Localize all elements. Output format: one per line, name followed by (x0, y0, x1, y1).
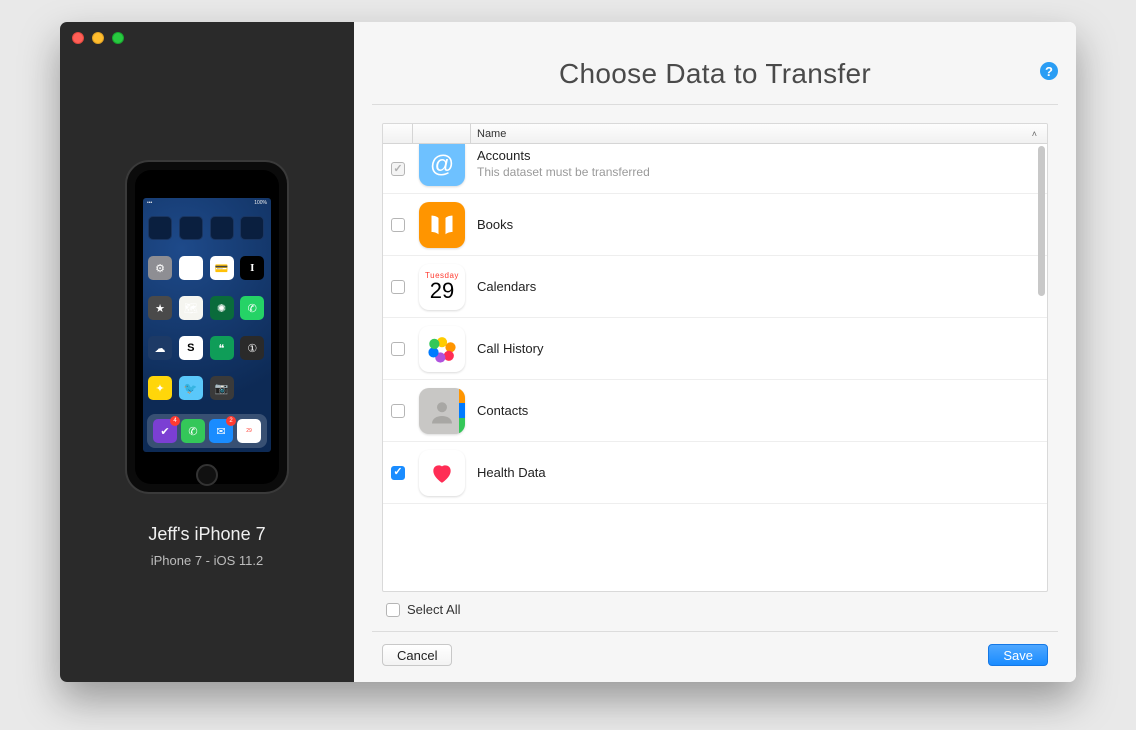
column-header-name-label: Name (477, 128, 506, 140)
phone-screen: •••100% ⚙ 🏵 💳 I (143, 198, 271, 452)
table-row-callhistory[interactable]: Call History (383, 318, 1047, 380)
select-all-row[interactable]: Select All (382, 592, 1048, 617)
phone-app-row-3: ★ 🗺 ✺ ✆ (143, 288, 271, 328)
header: Choose Data to Transfer ? (372, 22, 1058, 105)
content: Name ˄ @ Accounts This dataset must be t… (354, 105, 1076, 617)
close-window-button[interactable] (72, 32, 84, 44)
column-header-icon (413, 124, 471, 143)
scrollbar-thumb[interactable] (1038, 146, 1045, 296)
calendar-icon: Tuesday 29 (419, 264, 465, 310)
itunes-app-icon: ★ (148, 296, 172, 320)
phone-app-blank (210, 216, 234, 240)
table-row-calendars[interactable]: Tuesday 29 Calendars (383, 256, 1047, 318)
sort-ascending-icon: ˄ (1032, 129, 1037, 139)
page-title: Choose Data to Transfer (402, 58, 1028, 90)
books-icon (419, 202, 465, 248)
device-subtitle: iPhone 7 - iOS 11.2 (151, 553, 264, 568)
data-table: Name ˄ @ Accounts This dataset must be t… (382, 123, 1048, 592)
callhistory-icon (419, 326, 465, 372)
sidebar: •••100% ⚙ 🏵 💳 I (60, 22, 354, 682)
calendar-dock-icon: 29 (237, 419, 261, 443)
phone-app-row-5: ✦ 🐦 📷 (143, 368, 271, 408)
select-all-label: Select All (407, 602, 460, 617)
column-header-name[interactable]: Name ˄ (471, 128, 1047, 140)
phone-app-blank (240, 216, 264, 240)
tweetbot-app-icon: 🐦 (179, 376, 203, 400)
accounts-icon: @ (419, 144, 465, 186)
row-label: Contacts (477, 403, 528, 418)
wallet-app-icon: 💳 (210, 256, 234, 280)
phone-app-empty (240, 376, 264, 400)
zoom-window-button[interactable] (112, 32, 124, 44)
home-button-icon (196, 464, 218, 486)
device-name: Jeff's iPhone 7 (148, 524, 265, 545)
checkbox-accounts (391, 162, 405, 176)
reminders-dock-icon: ✔4 (153, 419, 177, 443)
settings-app-icon: ⚙ (148, 256, 172, 280)
help-button[interactable]: ? (1040, 62, 1058, 80)
onepassword-app-icon: ① (240, 336, 264, 360)
table-header: Name ˄ (383, 124, 1047, 144)
phone-app-row-4: ☁ S ❝ ① (143, 328, 271, 368)
row-label: Calendars (477, 279, 536, 294)
row-label: Health Data (477, 465, 546, 480)
mail-badge: 2 (226, 416, 236, 426)
health-icon (419, 450, 465, 496)
table-row-books[interactable]: Books (383, 194, 1047, 256)
select-all-checkbox[interactable] (386, 603, 400, 617)
phone-app-blank (148, 216, 172, 240)
row-label: Call History (477, 341, 543, 356)
main-panel: Choose Data to Transfer ? Name ˄ (354, 22, 1076, 682)
instapaper-app-icon: I (240, 256, 264, 280)
contacts-icon (419, 388, 465, 434)
checkbox-books[interactable] (391, 218, 405, 232)
phone-app-row-1 (143, 208, 271, 248)
checkbox-contacts[interactable] (391, 404, 405, 418)
window-controls (72, 32, 124, 44)
slack-app-icon: S (179, 336, 203, 360)
iphone-frame: •••100% ⚙ 🏵 💳 I (127, 162, 287, 492)
calendar-daynum: 29 (430, 280, 454, 302)
phone-dock-icon: ✆ (181, 419, 205, 443)
camera-app-icon: 📷 (210, 376, 234, 400)
checkbox-calendars[interactable] (391, 280, 405, 294)
checkbox-health[interactable] (391, 466, 405, 480)
footer: Cancel Save (372, 631, 1058, 682)
table-row-health[interactable]: Health Data (383, 442, 1047, 504)
app-window: •••100% ⚙ 🏵 💳 I (60, 22, 1076, 682)
column-header-checkbox[interactable] (383, 124, 413, 143)
darksky-app-icon: ☁ (148, 336, 172, 360)
table-row-contacts[interactable]: Contacts (383, 380, 1047, 442)
table-body[interactable]: @ Accounts This dataset must be transfer… (383, 144, 1047, 591)
hangouts-app-icon: ❝ (210, 336, 234, 360)
photos-app-icon: 🏵 (179, 256, 203, 280)
whatsapp-app-icon: ✆ (240, 296, 264, 320)
phone-statusbar: •••100% (143, 198, 271, 208)
checkbox-callhistory[interactable] (391, 342, 405, 356)
row-subtitle: This dataset must be transferred (477, 165, 1047, 179)
phone-app-blank (179, 216, 203, 240)
phone-app-row-2: ⚙ 🏵 💳 I (143, 248, 271, 288)
minimize-window-button[interactable] (92, 32, 104, 44)
reminders-badge: 4 (170, 416, 180, 426)
row-label: Accounts (477, 148, 1047, 163)
table-row-accounts[interactable]: @ Accounts This dataset must be transfer… (383, 144, 1047, 194)
cancel-button[interactable]: Cancel (382, 644, 452, 666)
mail-dock-icon: ✉2 (209, 419, 233, 443)
device-mockup: •••100% ⚙ 🏵 💳 I (127, 162, 287, 492)
starbucks-app-icon: ✺ (210, 296, 234, 320)
row-label: Books (477, 217, 513, 232)
save-button[interactable]: Save (988, 644, 1048, 666)
maps-app-icon: 🗺 (179, 296, 203, 320)
imovie-app-icon: ✦ (148, 376, 172, 400)
phone-dock: ✔4 ✆ ✉2 29 (147, 414, 267, 448)
